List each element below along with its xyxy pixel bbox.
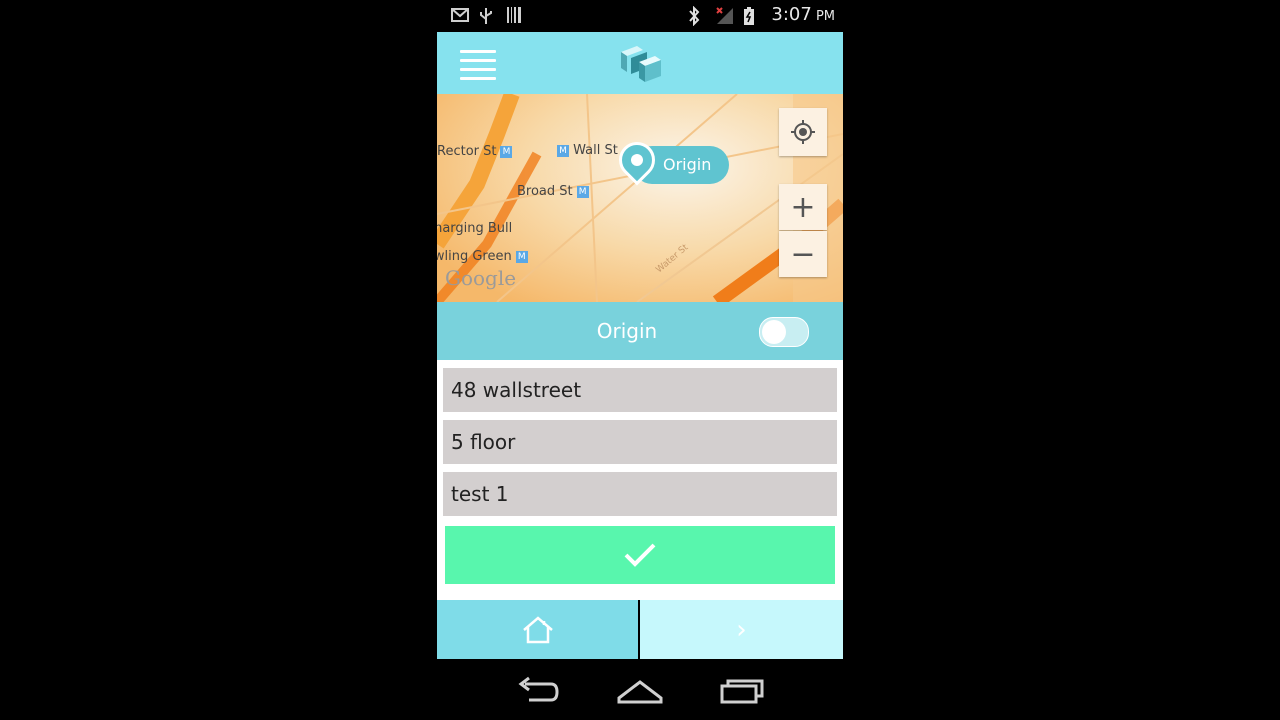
gmail-icon <box>451 7 469 25</box>
back-button[interactable] <box>515 676 561 710</box>
map-label-rector: Rector St M <box>437 144 513 159</box>
map-label-bull: Charging Bull <box>437 221 513 236</box>
address-input[interactable] <box>443 368 837 412</box>
no-signal-icon <box>715 6 734 24</box>
android-home-icon <box>617 680 663 704</box>
address-form <box>437 360 843 600</box>
crosshair-icon <box>791 120 815 144</box>
zoom-out-button[interactable]: − <box>779 231 827 277</box>
cube-logo-icon <box>617 42 663 84</box>
home-system-button[interactable] <box>617 676 663 710</box>
google-attribution: Google <box>445 266 517 290</box>
my-location-button[interactable] <box>779 108 827 156</box>
next-button[interactable]: › <box>640 600 843 659</box>
home-icon <box>522 615 553 643</box>
barcode-icon <box>507 7 525 25</box>
home-button[interactable] <box>437 600 638 659</box>
hamburger-icon[interactable] <box>460 50 496 80</box>
note-input[interactable] <box>443 472 837 516</box>
recents-icon <box>720 679 764 704</box>
back-icon <box>518 676 559 702</box>
checkmark-icon <box>624 543 656 567</box>
app-header <box>437 32 843 95</box>
phone-screen: 3:07 PM Rector St M M Wall St Broad St M… <box>437 0 843 720</box>
map-label-broad: Broad St M <box>517 184 589 199</box>
map-label-wall: M Wall St <box>553 143 618 158</box>
toggle-knob <box>762 320 786 344</box>
zoom-in-button[interactable]: + <box>779 184 827 230</box>
bluetooth-icon <box>687 5 705 26</box>
status-bar: 3:07 PM <box>437 0 843 32</box>
map-view[interactable]: Rector StM M Wall St Broad StM Charging … <box>437 94 843 302</box>
map-label-green: Bowling GreenM <box>437 249 528 264</box>
origin-toggle[interactable] <box>759 317 809 347</box>
system-nav-bar <box>437 660 843 720</box>
bottom-nav: › <box>437 600 843 659</box>
battery-charging-icon <box>743 6 761 25</box>
clock: 3:07 PM <box>771 4 835 25</box>
confirm-button[interactable] <box>445 526 835 584</box>
usb-icon <box>479 7 497 25</box>
floor-input[interactable] <box>443 420 837 464</box>
recents-button[interactable] <box>719 676 765 710</box>
origin-bar: Origin <box>437 302 843 360</box>
